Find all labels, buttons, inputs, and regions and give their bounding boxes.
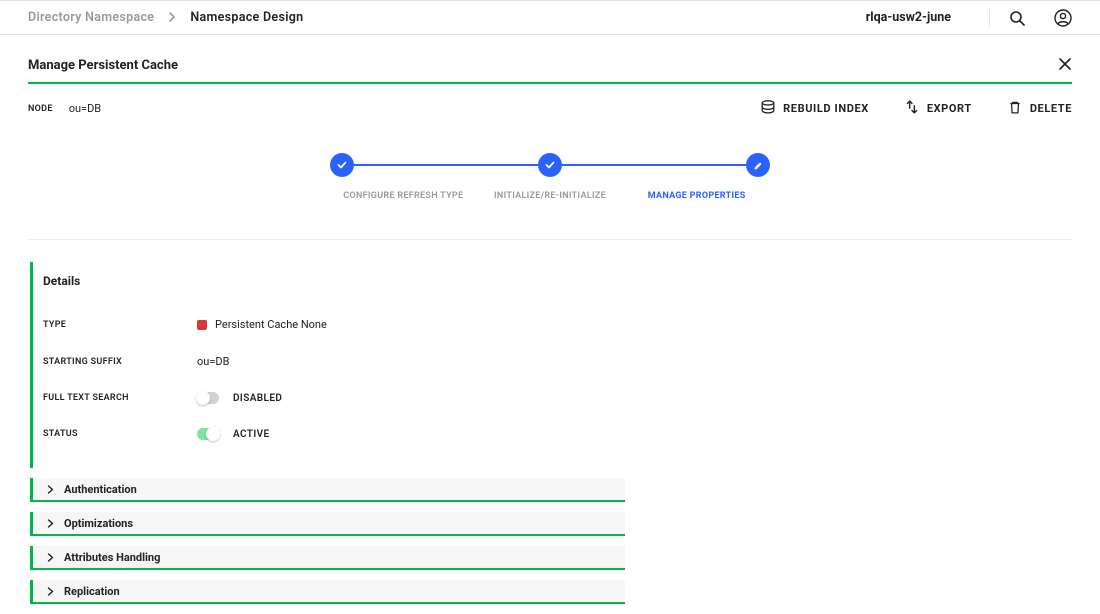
status-state: ACTIVE bbox=[233, 429, 270, 440]
step-3-label[interactable]: MANAGE PROPERTIES bbox=[623, 191, 770, 201]
breadcrumb-current[interactable]: Namespace Design bbox=[190, 10, 303, 25]
user-account-icon[interactable] bbox=[1054, 9, 1072, 27]
step-1-circle[interactable] bbox=[330, 153, 354, 177]
accordion-title: Replication bbox=[64, 585, 120, 598]
detail-row-search: FULL TEXT SEARCH DISABLED bbox=[43, 380, 625, 416]
chevron-right-icon bbox=[47, 519, 54, 528]
delete-label: DELETE bbox=[1030, 102, 1072, 115]
accordion-title: Authentication bbox=[64, 483, 137, 496]
header-icons bbox=[1008, 9, 1072, 27]
step-3-circle[interactable] bbox=[746, 153, 770, 177]
rebuild-index-button[interactable]: REBUILD INDEX bbox=[761, 100, 869, 117]
type-value-text: Persistent Cache None bbox=[215, 318, 327, 331]
rebuild-index-label: REBUILD INDEX bbox=[783, 102, 869, 115]
database-icon bbox=[761, 100, 775, 117]
export-button[interactable]: EXPORT bbox=[905, 100, 972, 117]
node-label: NODE bbox=[28, 104, 53, 114]
chevron-right-icon bbox=[168, 11, 176, 25]
suffix-label: STARTING SUFFIX bbox=[43, 357, 197, 367]
type-value: Persistent Cache None bbox=[197, 318, 327, 331]
delete-button[interactable]: DELETE bbox=[1008, 100, 1072, 117]
step-2-label[interactable]: INITIALIZE/RE-INITIALIZE bbox=[477, 191, 624, 201]
suffix-value: ou=DB bbox=[197, 355, 229, 368]
accordion-optimizations[interactable]: Optimizations bbox=[30, 512, 625, 536]
chevron-right-icon bbox=[47, 553, 54, 562]
full-text-search-toggle[interactable] bbox=[197, 392, 219, 404]
chevron-right-icon bbox=[47, 587, 54, 596]
accordion-list: Authentication Optimizations Attributes … bbox=[30, 478, 625, 604]
node-value: ou=DB bbox=[69, 102, 101, 115]
accordion-authentication[interactable]: Authentication bbox=[30, 478, 625, 502]
divider bbox=[989, 9, 990, 27]
detail-row-type: TYPE Persistent Cache None bbox=[43, 306, 625, 343]
step-2-circle[interactable] bbox=[538, 153, 562, 177]
app-header: Directory Namespace Namespace Design rlq… bbox=[0, 0, 1100, 35]
details-title: Details bbox=[43, 274, 625, 306]
status-toggle[interactable] bbox=[197, 428, 219, 440]
accordion-attributes-handling[interactable]: Attributes Handling bbox=[30, 546, 625, 570]
environment-label: rlqa-usw2-june bbox=[866, 10, 951, 25]
details-panel: Details TYPE Persistent Cache None START… bbox=[30, 262, 625, 468]
step-connector bbox=[562, 164, 746, 166]
page-title: Manage Persistent Cache bbox=[28, 58, 178, 73]
trash-icon bbox=[1008, 100, 1022, 117]
import-export-icon bbox=[905, 100, 919, 117]
status-label: STATUS bbox=[43, 429, 197, 439]
accordion-title: Optimizations bbox=[64, 517, 133, 530]
cache-type-icon bbox=[197, 320, 207, 330]
wizard-stepper: CONFIGURE REFRESH TYPE INITIALIZE/RE-INI… bbox=[0, 117, 1100, 211]
search-icon[interactable] bbox=[1008, 9, 1026, 27]
step-1-label[interactable]: CONFIGURE REFRESH TYPE bbox=[330, 191, 477, 201]
step-connector bbox=[354, 164, 538, 166]
accordion-title: Attributes Handling bbox=[64, 551, 160, 564]
breadcrumb-parent[interactable]: Directory Namespace bbox=[28, 10, 154, 25]
full-text-search-label: FULL TEXT SEARCH bbox=[43, 393, 197, 403]
chevron-right-icon bbox=[47, 485, 54, 494]
content-panels: Details TYPE Persistent Cache None START… bbox=[0, 240, 1100, 614]
export-label: EXPORT bbox=[927, 102, 972, 115]
node-actions-row: NODE ou=DB REBUILD INDEX EXPORT DELETE bbox=[0, 84, 1100, 117]
full-text-search-state: DISABLED bbox=[233, 393, 282, 404]
detail-row-status: STATUS ACTIVE bbox=[43, 416, 625, 452]
close-icon[interactable] bbox=[1058, 57, 1072, 74]
node-info: NODE ou=DB bbox=[28, 102, 101, 115]
page-actions: REBUILD INDEX EXPORT DELETE bbox=[761, 100, 1072, 117]
page-title-row: Manage Persistent Cache bbox=[0, 35, 1100, 82]
breadcrumb: Directory Namespace Namespace Design bbox=[28, 10, 866, 25]
type-label: TYPE bbox=[43, 320, 197, 330]
detail-row-suffix: STARTING SUFFIX ou=DB bbox=[43, 343, 625, 380]
